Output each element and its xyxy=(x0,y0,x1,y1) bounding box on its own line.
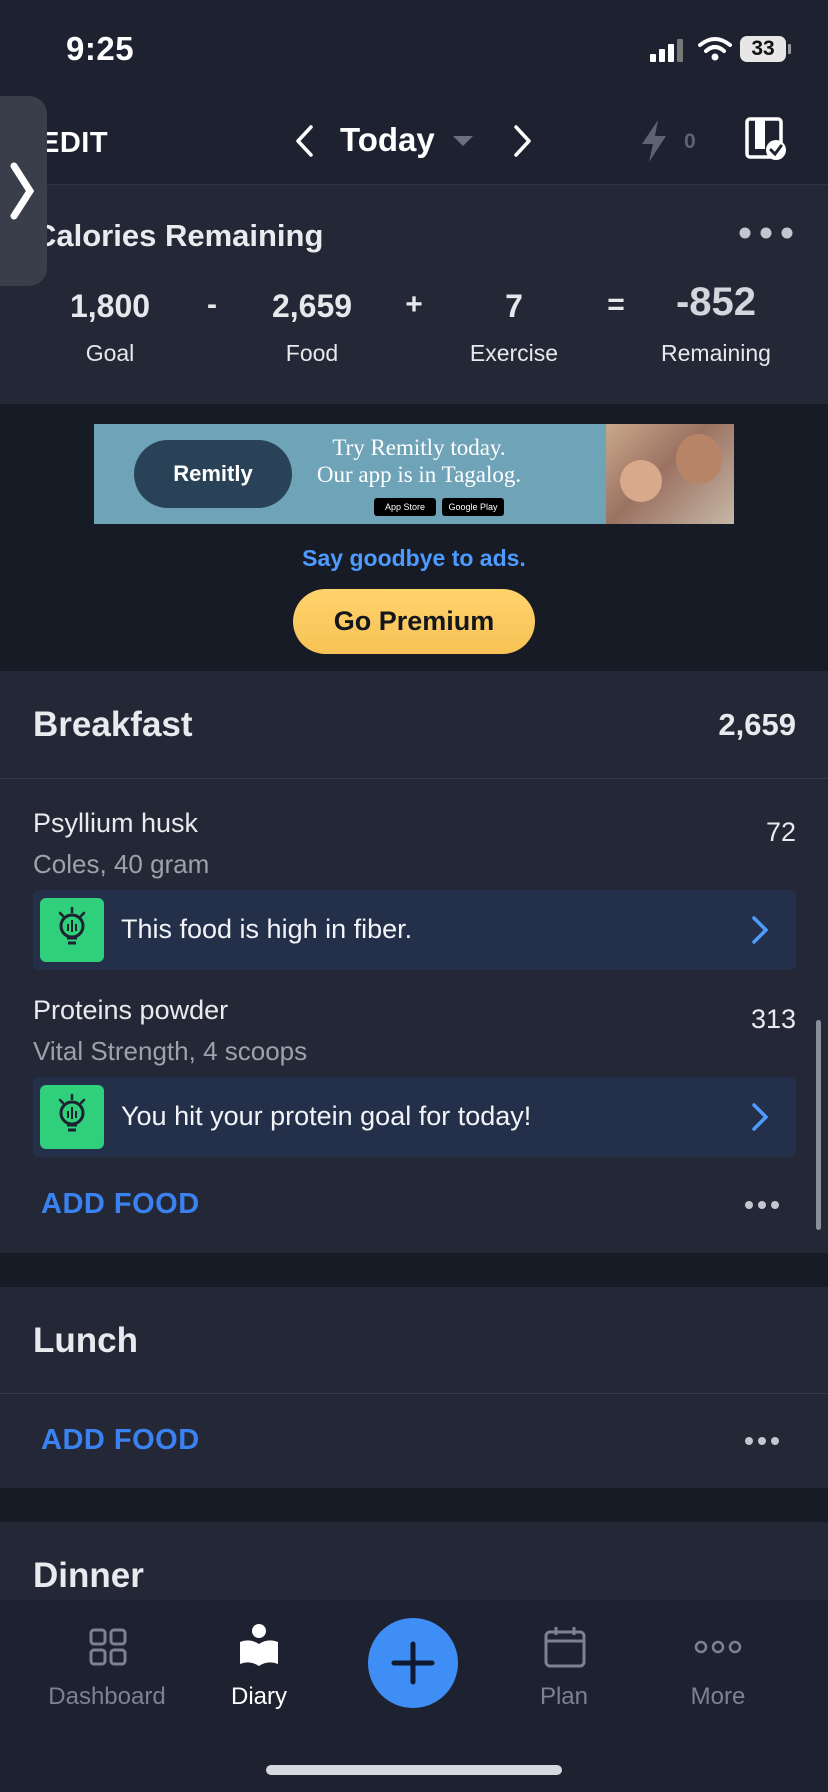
goal-label: Goal xyxy=(85,340,135,366)
streak-bolt-icon[interactable] xyxy=(638,118,670,164)
status-time: 9:25 xyxy=(66,30,135,67)
food-item-name[interactable]: Psyllium husk xyxy=(33,808,198,839)
battery-cap xyxy=(788,44,791,54)
minus-sign: - xyxy=(207,288,217,321)
date-selector[interactable]: Today xyxy=(340,121,435,159)
previous-day-icon[interactable] xyxy=(293,124,317,158)
more-options-icon[interactable] xyxy=(744,1200,780,1210)
ad-photo-child xyxy=(620,460,662,502)
dropdown-caret-icon[interactable] xyxy=(452,134,474,148)
ad-line-2: Our app is in Tagalog. xyxy=(316,462,522,487)
app-store-badge: App Store xyxy=(374,498,436,516)
plus-sign: + xyxy=(405,288,423,321)
remove-ads-link[interactable]: Say goodbye to ads. xyxy=(0,545,828,572)
ad-photo-adult xyxy=(676,434,722,484)
add-food-button[interactable]: ADD FOOD xyxy=(41,1188,200,1221)
lightbulb-icon xyxy=(40,1085,104,1149)
calories-remaining-title: Calories Remaining xyxy=(34,218,324,253)
battery-icon: 33 xyxy=(740,36,786,62)
edit-button[interactable]: EDIT xyxy=(40,127,108,160)
scrollbar[interactable] xyxy=(816,1020,821,1230)
breakfast-calories: 2,659 xyxy=(718,707,796,742)
side-drawer-tab[interactable] xyxy=(0,96,47,286)
more-icon[interactable] xyxy=(694,1640,742,1654)
go-premium-button[interactable]: Go Premium xyxy=(293,589,535,654)
food-item-calories: 313 xyxy=(750,1004,796,1034)
ad-headline: Try Remitly today. Our app is in Tagalog… xyxy=(299,434,539,488)
chevron-right-icon xyxy=(752,916,769,944)
nav-more[interactable]: More xyxy=(643,1683,793,1711)
tip-text: You hit your protein goal for today! xyxy=(121,1101,532,1131)
nav-dashboard[interactable]: Dashboard xyxy=(32,1683,182,1711)
nav-diary[interactable]: Diary xyxy=(184,1683,334,1711)
google-play-badge: Google Play xyxy=(442,498,504,516)
remitly-logo: Remitly xyxy=(134,440,292,508)
diary-icon[interactable] xyxy=(238,1622,280,1668)
protein-tip-banner[interactable]: You hit your protein goal for today! xyxy=(33,1077,796,1157)
lightbulb-icon xyxy=(40,898,104,962)
divider xyxy=(0,778,828,779)
food-item-name[interactable]: Proteins powder xyxy=(33,995,228,1026)
dashboard-icon[interactable] xyxy=(89,1628,127,1666)
food-label: Food xyxy=(285,340,339,366)
chevron-right-icon xyxy=(752,1103,769,1131)
equals-sign: = xyxy=(607,288,625,321)
remitly-logo-text: Remitly xyxy=(173,461,253,486)
breakfast-title[interactable]: Breakfast xyxy=(33,705,193,745)
ad-banner[interactable]: Remitly Try Remitly today. Our app is in… xyxy=(94,424,734,524)
food-item-detail: Coles, 40 gram xyxy=(33,849,210,879)
lunch-title[interactable]: Lunch xyxy=(33,1321,138,1361)
goal-value: 1,800 xyxy=(69,288,151,324)
plus-icon xyxy=(391,1641,435,1685)
exercise-value: 7 xyxy=(505,288,523,324)
home-indicator[interactable] xyxy=(266,1765,562,1775)
add-button[interactable] xyxy=(368,1618,458,1708)
more-options-icon[interactable] xyxy=(738,226,794,240)
remaining-value: -852 xyxy=(675,280,757,324)
ad-photo xyxy=(606,424,734,524)
exercise-label: Exercise xyxy=(469,340,559,366)
cellular-signal-icon xyxy=(650,39,683,62)
more-options-icon[interactable] xyxy=(744,1436,780,1446)
next-day-icon[interactable] xyxy=(510,124,534,158)
divider xyxy=(0,1393,828,1394)
lunch-section xyxy=(0,1287,828,1488)
ad-line-1: Try Remitly today. xyxy=(332,435,506,460)
dinner-title[interactable]: Dinner xyxy=(33,1556,144,1596)
food-value: 2,659 xyxy=(271,288,353,324)
complete-diary-icon[interactable] xyxy=(744,116,788,162)
food-item-detail: Vital Strength, 4 scoops xyxy=(33,1036,308,1066)
streak-count: 0 xyxy=(684,130,696,153)
wifi-icon xyxy=(698,37,732,61)
nav-plan[interactable]: Plan xyxy=(489,1683,639,1711)
food-item-calories: 72 xyxy=(765,817,796,847)
tip-text: This food is high in fiber. xyxy=(121,914,413,944)
chevron-right-icon xyxy=(10,162,35,220)
fiber-tip-banner[interactable]: This food is high in fiber. xyxy=(33,890,796,970)
remaining-label: Remaining xyxy=(661,340,771,366)
calendar-icon[interactable] xyxy=(544,1626,586,1668)
add-food-button[interactable]: ADD FOOD xyxy=(41,1424,200,1457)
battery-level: 33 xyxy=(751,37,775,60)
